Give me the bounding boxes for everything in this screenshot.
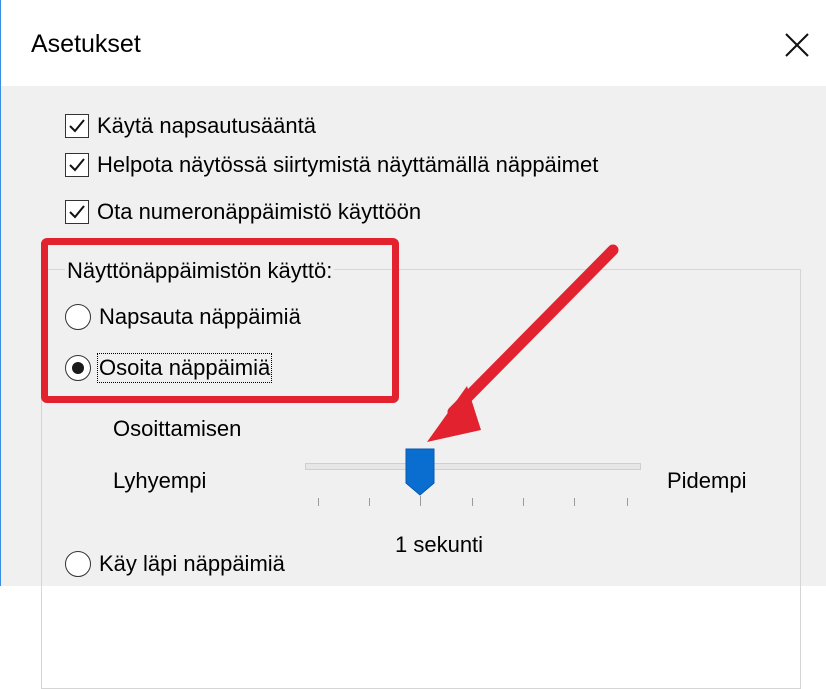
close-button[interactable]	[767, 18, 826, 72]
radio-scan-keys[interactable]: Käy läpi näppäimiä	[65, 546, 285, 582]
checkbox-label: Helpota näytössä siirtymistä näyttämällä…	[97, 152, 599, 177]
checkbox-click-rule[interactable]: Käytä napsautusääntä	[65, 110, 316, 142]
checkmark-icon	[69, 119, 85, 133]
checkbox-numeric-keypad[interactable]: Ota numeronäppäimistö käyttöön	[65, 196, 421, 228]
slider-tick	[420, 496, 421, 506]
checkmark-icon	[69, 158, 85, 172]
slider-track[interactable]	[305, 463, 641, 470]
slider-min-label: Lyhyempi	[113, 468, 207, 493]
dialog-content: Käytä napsautusääntä Helpota näytössä si…	[1, 86, 826, 689]
checkmark-icon	[69, 205, 85, 219]
slider-heading: Osoittamisen	[113, 416, 242, 441]
checkbox-box[interactable]	[65, 200, 89, 224]
checkbox-label: Ota numeronäppäimistö käyttöön	[97, 199, 422, 224]
highlight-box	[41, 238, 399, 403]
slider-max-label: Pidempi	[667, 468, 747, 493]
checkbox-label: Käytä napsautusääntä	[97, 113, 316, 138]
slider-tick	[369, 498, 370, 506]
checkbox-box[interactable]	[65, 114, 89, 138]
slider-tick	[472, 498, 473, 506]
slider-tick	[627, 498, 628, 506]
settings-dialog: Asetukset Käytä napsautusääntä Helpota n…	[0, 0, 826, 689]
slider-tick	[523, 498, 524, 506]
slider-tick	[574, 498, 575, 506]
radio-label: Käy läpi näppäimiä	[99, 551, 285, 576]
slider-tick	[318, 498, 319, 506]
title-bar[interactable]: Asetukset	[1, 0, 826, 86]
slider-thumb[interactable]	[405, 448, 435, 496]
slider-value-label: 1 sekunti	[395, 532, 484, 557]
close-icon	[785, 33, 809, 57]
checkbox-show-keys[interactable]: Helpota näytössä siirtymistä näyttämällä…	[65, 149, 598, 181]
checkbox-box[interactable]	[65, 153, 89, 177]
radio-button[interactable]	[65, 551, 91, 577]
dialog-title: Asetukset	[31, 30, 141, 58]
